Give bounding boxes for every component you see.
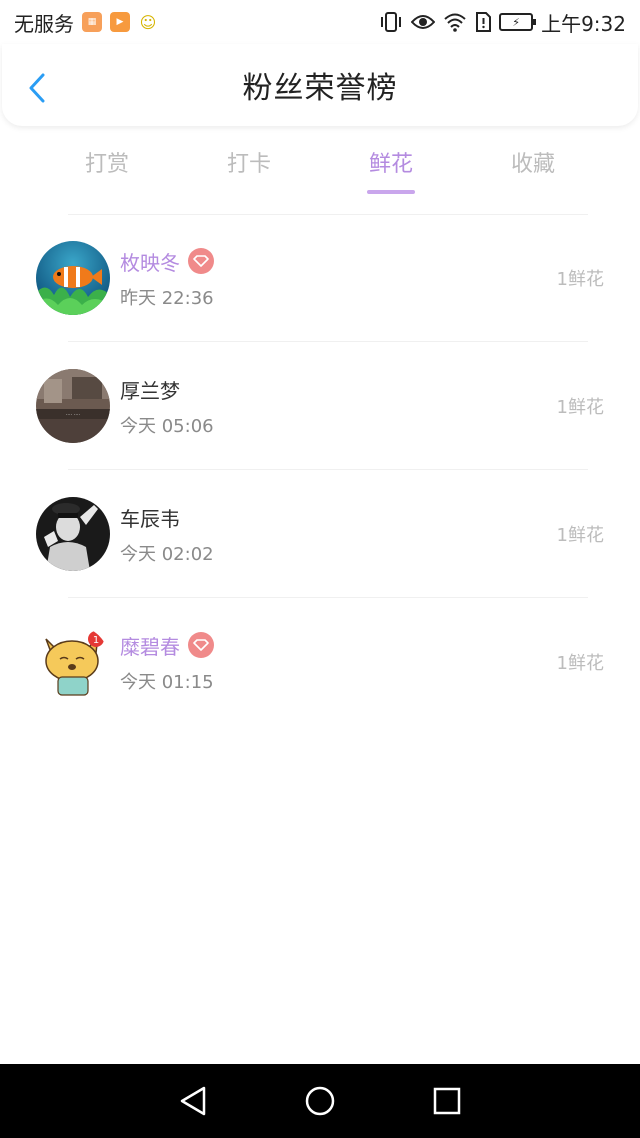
system-nav-bar bbox=[0, 1064, 640, 1138]
page-title: 粉丝荣誉榜 bbox=[242, 71, 398, 106]
status-left: 无服务 ▦ ▶ ☺ bbox=[14, 8, 158, 37]
eye-icon bbox=[411, 13, 436, 31]
diamond-icon bbox=[188, 632, 214, 658]
wifi-icon bbox=[443, 12, 467, 32]
avatar[interactable]: 1 bbox=[36, 625, 110, 699]
sim-alert-icon bbox=[475, 12, 492, 32]
row-info: 糜碧春 今天 01:15 bbox=[120, 631, 214, 694]
status-bar: 无服务 ▦ ▶ ☺ ⚡ 上午9:32 bbox=[0, 0, 640, 44]
bw-person-avatar-image bbox=[36, 497, 110, 571]
tab-bar: 打赏 打卡 鲜花 收藏 bbox=[0, 138, 640, 196]
avatar[interactable] bbox=[36, 497, 110, 571]
active-tab-indicator bbox=[367, 190, 415, 194]
chevron-left-icon bbox=[29, 73, 45, 103]
list-item[interactable]: 枚映冬 昨天 22:36 1鲜花 bbox=[0, 214, 640, 342]
avatar[interactable] bbox=[36, 241, 110, 315]
user-name: 枚映冬 bbox=[120, 250, 180, 275]
battery-charging-icon: ⚡ bbox=[499, 13, 537, 31]
user-name: 车辰韦 bbox=[120, 506, 180, 531]
nav-back-button[interactable] bbox=[173, 1081, 213, 1121]
cartoon-fox-avatar-image: 1 bbox=[36, 625, 110, 699]
flower-count: 1鲜花 bbox=[556, 525, 604, 546]
list-item[interactable]: 1 糜碧春 今天 01:15 1鲜花 bbox=[0, 598, 640, 726]
tab-label: 收藏 bbox=[510, 152, 555, 177]
carrier-text: 无服务 bbox=[14, 11, 74, 36]
row-info: 车辰韦 今天 02:02 bbox=[120, 503, 214, 566]
fan-list: 枚映冬 昨天 22:36 1鲜花 ···· ···· 厚兰梦 今天 05:06 … bbox=[0, 214, 640, 726]
name-line: 枚映冬 bbox=[120, 247, 214, 276]
nav-home-button[interactable] bbox=[300, 1081, 340, 1121]
status-right: ⚡ 上午9:32 bbox=[379, 8, 626, 37]
room-photo-avatar-image: ···· ···· bbox=[36, 369, 110, 443]
row-info: 枚映冬 昨天 22:36 bbox=[120, 247, 214, 310]
app-notification-icon: ▦ bbox=[82, 12, 102, 32]
list-item[interactable]: ···· ···· 厚兰梦 今天 05:06 1鲜花 bbox=[0, 342, 640, 470]
triangle-back-icon bbox=[181, 1086, 206, 1116]
timestamp: 今天 02:02 bbox=[120, 543, 214, 565]
bulb-icon: ☺ bbox=[139, 12, 157, 32]
timestamp: 昨天 22:36 bbox=[120, 287, 214, 309]
flower-count: 1鲜花 bbox=[556, 269, 604, 290]
diamond-icon bbox=[188, 248, 214, 274]
tab-label: 鲜花 bbox=[368, 152, 413, 177]
flower-count: 1鲜花 bbox=[556, 397, 604, 418]
back-button[interactable] bbox=[24, 72, 50, 104]
tab-flowers[interactable]: 鲜花 bbox=[320, 138, 462, 196]
name-line: 厚兰梦 bbox=[120, 375, 214, 404]
video-app-icon: ▶ bbox=[110, 12, 130, 32]
clock-text: 上午9:32 bbox=[541, 11, 626, 36]
svg-text:1: 1 bbox=[93, 635, 99, 646]
svg-text:···· ····: ···· ···· bbox=[66, 412, 81, 418]
user-name: 厚兰梦 bbox=[120, 378, 180, 403]
square-recents-icon bbox=[433, 1087, 460, 1115]
name-line: 车辰韦 bbox=[120, 503, 214, 532]
vibrate-icon bbox=[379, 11, 403, 33]
tab-label: 打赏 bbox=[84, 152, 129, 177]
tab-label: 打卡 bbox=[226, 152, 271, 177]
avatar[interactable]: ···· ···· bbox=[36, 369, 110, 443]
circle-home-icon bbox=[305, 1086, 335, 1116]
flower-count: 1鲜花 bbox=[556, 653, 604, 674]
tab-checkin[interactable]: 打卡 bbox=[178, 138, 320, 196]
timestamp: 今天 01:15 bbox=[120, 671, 214, 693]
timestamp: 今天 05:06 bbox=[120, 415, 214, 437]
screen: 无服务 ▦ ▶ ☺ ⚡ 上午9:32 粉丝荣誉榜 打赏 打卡 鲜花 收藏 枚映冬… bbox=[0, 0, 640, 1138]
clownfish-avatar-image bbox=[36, 241, 110, 315]
nav-recents-button[interactable] bbox=[427, 1081, 467, 1121]
title-bar: 粉丝荣誉榜 bbox=[2, 44, 638, 126]
row-info: 厚兰梦 今天 05:06 bbox=[120, 375, 214, 438]
user-name: 糜碧春 bbox=[120, 634, 180, 659]
name-line: 糜碧春 bbox=[120, 631, 214, 660]
tab-favorites[interactable]: 收藏 bbox=[462, 138, 604, 196]
tab-reward[interactable]: 打赏 bbox=[36, 138, 178, 196]
list-item[interactable]: 车辰韦 今天 02:02 1鲜花 bbox=[0, 470, 640, 598]
